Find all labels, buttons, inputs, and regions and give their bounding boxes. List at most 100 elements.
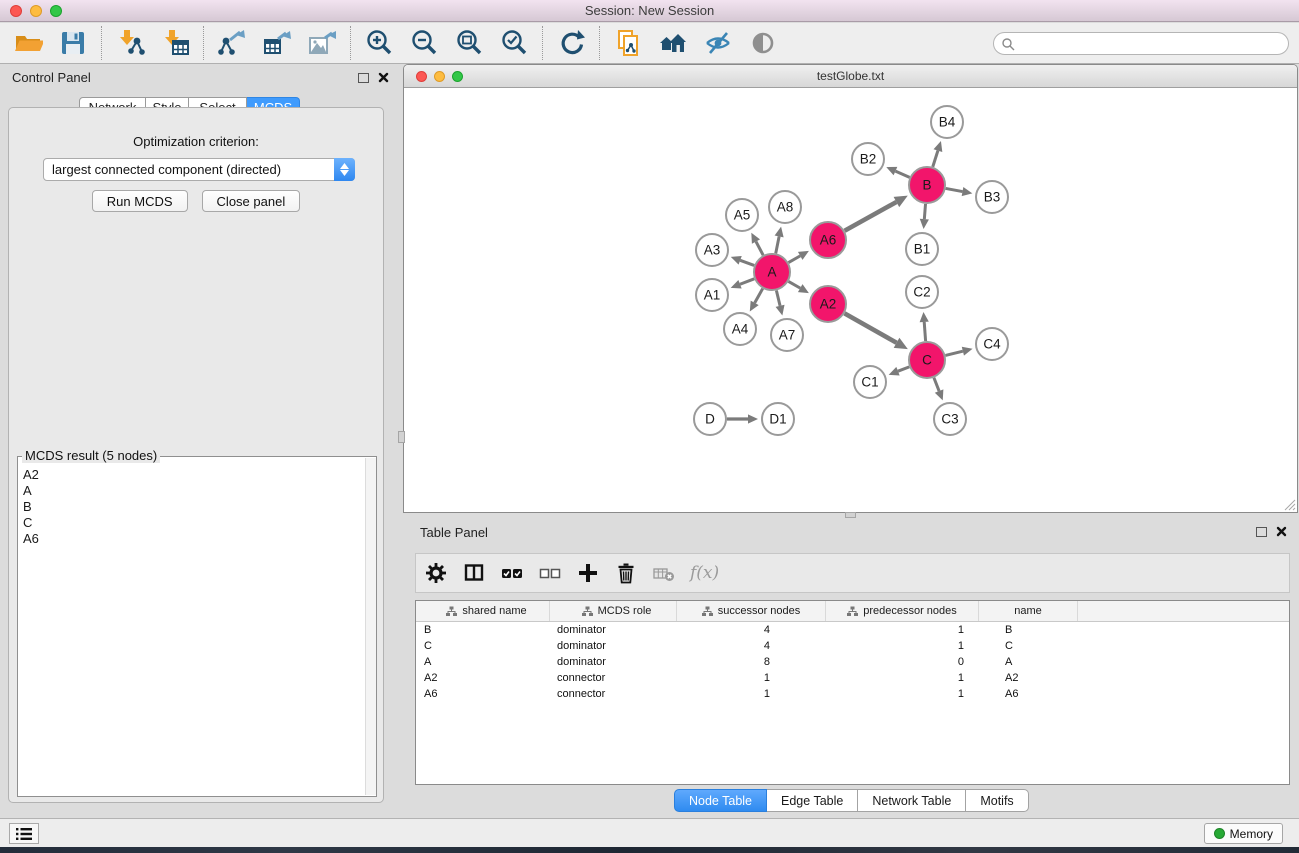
close-panel-button[interactable]: Close panel: [202, 190, 301, 212]
minimize-traffic-light[interactable]: [30, 5, 42, 17]
export-image-icon[interactable]: [307, 28, 337, 58]
graph-edge-A-A7[interactable]: [776, 290, 780, 305]
mcds-result-legend: MCDS result (5 nodes): [22, 448, 160, 463]
column-header-shared-name[interactable]: shared name: [416, 601, 550, 621]
new-network-from-selection-icon[interactable]: [613, 28, 643, 58]
table-panel-close-icon[interactable]: [1276, 526, 1287, 537]
graph-edge-arrowhead: [731, 256, 742, 265]
graph-edge-A6-B[interactable]: [845, 202, 897, 231]
mcds-result-item[interactable]: A: [23, 483, 364, 499]
import-network-icon[interactable]: [115, 28, 145, 58]
zoom-out-icon[interactable]: [409, 28, 439, 58]
graph-node-label-B2: B2: [860, 152, 877, 167]
task-history-button[interactable]: [9, 823, 39, 844]
tab-edge-table[interactable]: Edge Table: [767, 789, 858, 812]
mcds-result-item[interactable]: A2: [23, 467, 364, 483]
save-session-icon[interactable]: [58, 28, 88, 58]
table-row[interactable]: Adominator80A: [416, 654, 1289, 670]
column-header-mcds-role[interactable]: MCDS role: [550, 601, 677, 621]
graph-edge-A2-C[interactable]: [845, 313, 897, 342]
graph-edge-C-C3[interactable]: [934, 378, 939, 391]
zoom-traffic-light[interactable]: [50, 5, 62, 17]
zoom-fit-icon[interactable]: [454, 28, 484, 58]
graph-edge-C-C2[interactable]: [924, 322, 925, 341]
network-view-window: testGlobe.txt B4B2BB3A8A5A6B1A3AC2A1A2A4…: [403, 64, 1298, 513]
table-row[interactable]: Bdominator41B: [416, 622, 1289, 638]
mcds-result-item[interactable]: A6: [23, 531, 364, 547]
network-zoom-traffic-light[interactable]: [452, 71, 463, 82]
network-close-traffic-light[interactable]: [416, 71, 427, 82]
graph-edge-B-B1[interactable]: [924, 204, 925, 219]
vertical-splitter-handle[interactable]: [398, 431, 405, 443]
graph-edge-B-B3[interactable]: [946, 188, 963, 191]
column-header-successor-nodes[interactable]: successor nodes: [677, 601, 826, 621]
zoom-selected-icon[interactable]: [499, 28, 529, 58]
export-network-icon[interactable]: [217, 28, 247, 58]
network-graph[interactable]: B4B2BB3A8A5A6B1A3AC2A1A2A4A7C4CC1C3DD1: [404, 89, 1297, 513]
column-settings-gear-icon[interactable]: [424, 561, 448, 585]
criterion-dropdown[interactable]: largest connected component (directed): [43, 158, 355, 181]
graph-edge-A-A2[interactable]: [788, 281, 800, 288]
window-resize-grip[interactable]: [1283, 498, 1296, 511]
graph-edge-B-B4[interactable]: [933, 151, 938, 167]
search-field[interactable]: [993, 32, 1289, 55]
table-panel-float-icon[interactable]: [1256, 527, 1267, 537]
show-all-eye-icon[interactable]: [748, 28, 778, 58]
node-table-header: shared name MCDS role successor nodes pr…: [416, 601, 1289, 622]
mcds-result-list[interactable]: A2 A B C A6: [18, 467, 364, 796]
hide-selected-eye-icon[interactable]: [703, 28, 733, 58]
search-input[interactable]: [1019, 35, 1288, 53]
column-header-predecessor-nodes[interactable]: predecessor nodes: [826, 601, 979, 621]
control-panel-close-icon[interactable]: [378, 72, 389, 83]
run-mcds-button[interactable]: Run MCDS: [92, 190, 188, 212]
search-icon: [1001, 37, 1015, 51]
mcds-result-item[interactable]: C: [23, 515, 364, 531]
open-session-icon[interactable]: [13, 28, 43, 58]
graph-edge-arrowhead: [920, 312, 929, 322]
table-browser-tabs: Node Table Edge Table Network Table Moti…: [674, 789, 1029, 812]
tab-node-table[interactable]: Node Table: [674, 789, 767, 812]
network-canvas[interactable]: B4B2BB3A8A5A6B1A3AC2A1A2A4A7C4CC1C3DD1: [404, 89, 1297, 512]
select-all-checkboxes-icon[interactable]: [500, 561, 524, 585]
graph-node-label-A: A: [767, 265, 776, 280]
zoom-in-icon[interactable]: [364, 28, 394, 58]
graph-edge-A-A5[interactable]: [756, 242, 763, 256]
graph-node-label-B1: B1: [914, 242, 931, 257]
graph-edge-C-C1[interactable]: [898, 367, 909, 371]
memory-button[interactable]: Memory: [1204, 823, 1283, 844]
tab-motifs[interactable]: Motifs: [966, 789, 1028, 812]
graph-edge-A-A1[interactable]: [740, 279, 754, 284]
column-header-name[interactable]: name: [979, 601, 1078, 621]
mcds-result-item[interactable]: B: [23, 499, 364, 515]
shared-column-icon: [847, 606, 858, 617]
table-row[interactable]: A2connector11A2: [416, 670, 1289, 686]
graph-node-label-C3: C3: [941, 412, 958, 427]
refresh-icon[interactable]: [556, 28, 586, 58]
tab-network-table[interactable]: Network Table: [858, 789, 966, 812]
network-minimize-traffic-light[interactable]: [434, 71, 445, 82]
first-neighbors-icon[interactable]: [658, 28, 688, 58]
graph-edge-A-A8[interactable]: [776, 236, 779, 253]
graph-node-label-B: B: [922, 178, 931, 193]
graph-node-label-D1: D1: [769, 412, 786, 427]
graph-edge-arrowhead: [731, 280, 742, 289]
show-columns-icon[interactable]: [462, 561, 486, 585]
table-row[interactable]: Cdominator41C: [416, 638, 1289, 654]
close-traffic-light[interactable]: [10, 5, 22, 17]
add-row-icon[interactable]: [576, 561, 600, 585]
control-panel-float-icon[interactable]: [358, 73, 369, 83]
delete-rows-trash-icon[interactable]: [614, 561, 638, 585]
graph-node-label-C: C: [922, 353, 932, 368]
table-row[interactable]: A6connector11A6: [416, 686, 1289, 702]
graph-edge-B-B2[interactable]: [895, 171, 909, 177]
export-table-icon[interactable]: [262, 28, 292, 58]
deselect-all-checkboxes-icon[interactable]: [538, 561, 562, 585]
network-window-titlebar[interactable]: testGlobe.txt: [404, 65, 1297, 88]
graph-edge-A-A4[interactable]: [755, 289, 763, 303]
graph-edge-A-A3[interactable]: [740, 260, 754, 265]
graph-edge-C-C4[interactable]: [945, 351, 962, 355]
horizontal-splitter-handle[interactable]: [845, 512, 856, 518]
import-table-icon[interactable]: [160, 28, 190, 58]
graph-edge-A-A6[interactable]: [788, 256, 800, 263]
mcds-result-scrollbar[interactable]: [365, 458, 376, 795]
